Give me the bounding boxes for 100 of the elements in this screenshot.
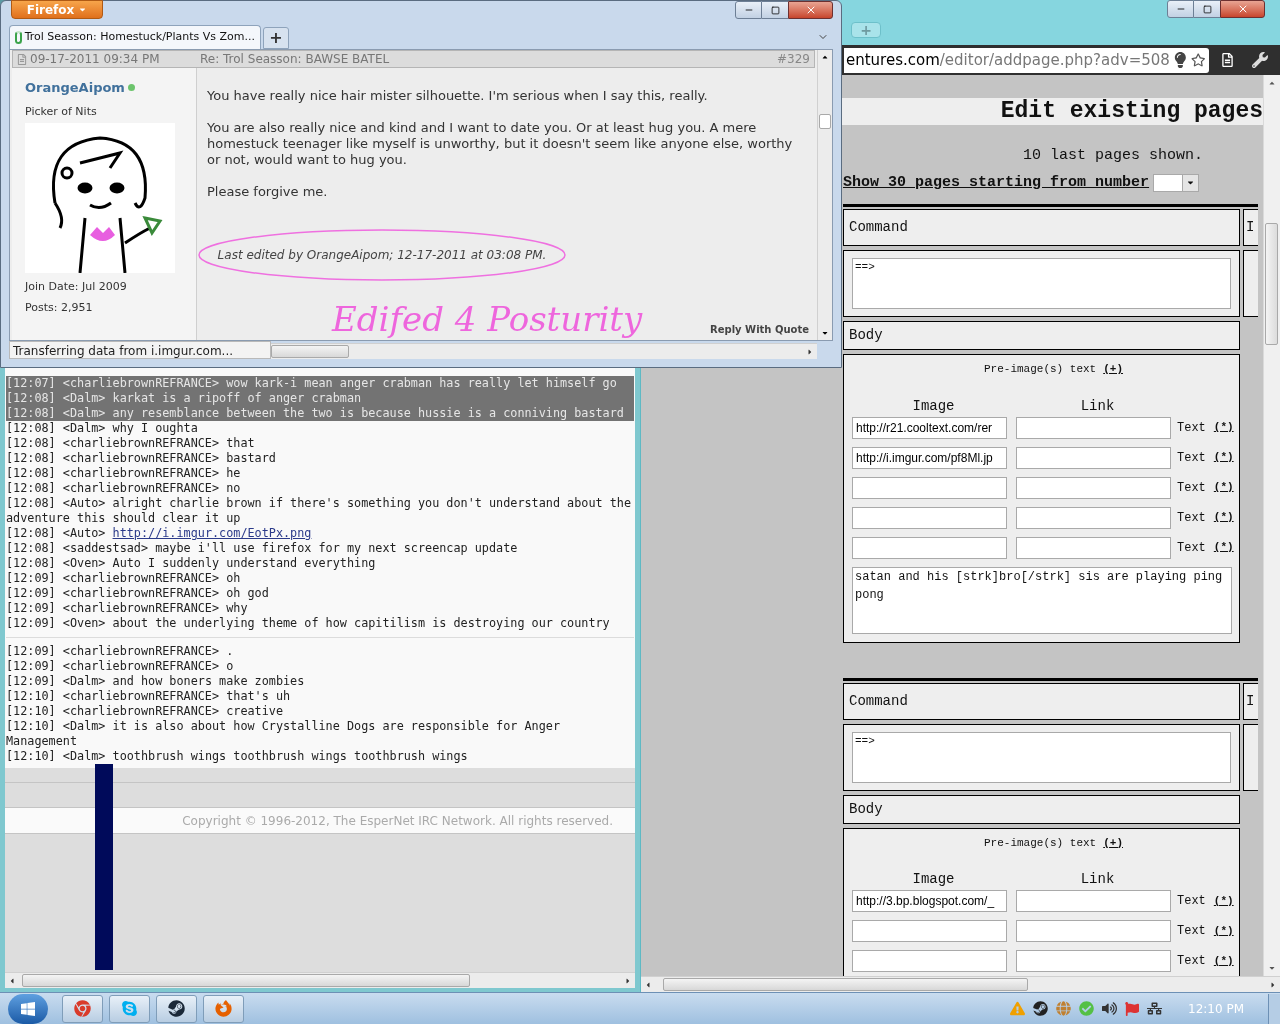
link-url-field[interactable] <box>1016 506 1171 529</box>
side-cell <box>1243 250 1258 317</box>
row-action-link[interactable]: (*) <box>1213 449 1234 466</box>
image-url-field[interactable] <box>852 536 1007 559</box>
show-pages-link[interactable]: Show 30 pages starting from number <box>843 171 1150 194</box>
scroll-left-icon[interactable] <box>8 977 16 985</box>
globe-icon[interactable] <box>1056 1001 1071 1016</box>
start-button[interactable] <box>8 993 48 1024</box>
windows-logo-icon <box>20 1000 36 1017</box>
post-paragraph: You are also really nice and kind and I want to date you. Or at least hug you. A mere homestuck teenager like myself is unworthy, but it doesn't seem like anyone else, worthy or not, would want to hug you. <box>207 120 794 168</box>
chat-line: [12:09] <Dalm> and how boners make zombies <box>6 674 306 689</box>
vertical-scrollbar[interactable] <box>1263 75 1280 976</box>
lightbulb-icon[interactable] <box>1173 52 1187 68</box>
row-action-link[interactable]: (*) <box>1213 479 1234 496</box>
link-url-field[interactable] <box>1016 446 1171 469</box>
warning-icon[interactable] <box>1010 1001 1025 1016</box>
command-field[interactable]: ==> <box>852 731 1231 783</box>
image-url-field[interactable] <box>852 920 1007 942</box>
maximize-icon <box>770 5 780 15</box>
reply-with-quote-button[interactable]: Reply With Quote <box>710 322 809 338</box>
link-column-header: Link <box>1079 397 1116 414</box>
vertical-scrollbar[interactable] <box>817 50 832 340</box>
image-url-field[interactable] <box>852 950 1007 972</box>
copyright-text: Copyright © 1996-2012, The EsperNet IRC Network. All rights reserved. <box>182 812 613 830</box>
row-action-link[interactable]: (*) <box>1213 892 1234 910</box>
scroll-down-icon[interactable] <box>821 329 829 337</box>
chat-line: [12:08] <Auto> alright charlie brown if there's something you don't understand about the adventure this should clear it up <box>6 496 633 526</box>
text-label: Text <box>1177 509 1206 527</box>
input-bar[interactable] <box>5 782 635 808</box>
chat-line: [12:09] <Oven> about the underlying theme of how capitilism is destroying our country <box>6 616 611 631</box>
scrollbar-thumb[interactable] <box>271 345 349 358</box>
chat-line: [12:10] <charliebrownREFRANCE> creative <box>6 704 284 719</box>
username-link[interactable]: OrangeAipom <box>25 78 125 98</box>
image-url-field[interactable] <box>852 506 1007 529</box>
maximize-button[interactable] <box>762 1 788 19</box>
minimize-button[interactable] <box>1167 0 1194 18</box>
image-url-field[interactable]: http://3.bp.blogspot.com/_ <box>852 890 1007 912</box>
close-button[interactable] <box>1220 0 1265 18</box>
row-action-link[interactable]: (*) <box>1213 952 1234 970</box>
caret-icon <box>78 5 88 14</box>
scrollbar-thumb[interactable] <box>1265 223 1278 345</box>
text-label: Text <box>1177 479 1206 497</box>
chat-line: [12:09] <charliebrownREFRANCE> oh <box>6 571 242 586</box>
piston-logo-icon[interactable] <box>1033 1001 1048 1016</box>
link-url-field[interactable] <box>1016 536 1171 559</box>
chat-line: [12:09] <charliebrownREFRANCE> why <box>6 601 249 616</box>
add-link[interactable]: (+) <box>1103 361 1123 378</box>
link-url-field[interactable] <box>1016 416 1171 439</box>
command-field[interactable]: ==> <box>852 258 1231 309</box>
chat-line: [12:08] <Dalm> why I oughta <box>6 421 199 436</box>
horizontal-scrollbar[interactable] <box>5 972 635 988</box>
horizontal-scrollbar[interactable] <box>271 343 817 359</box>
link-url-field[interactable] <box>1016 950 1171 972</box>
page-number-select[interactable] <box>1153 173 1200 192</box>
flag-icon[interactable] <box>1125 1001 1139 1016</box>
body-label: Body <box>849 799 883 819</box>
link-url-field[interactable] <box>1016 476 1171 499</box>
text-label: Text <box>1177 539 1206 557</box>
check-icon[interactable] <box>1079 1001 1094 1016</box>
scroll-right-icon[interactable] <box>806 348 814 356</box>
address-bar[interactable]: entures.com/editor/addpage.php?adv=508 <box>844 47 1209 73</box>
scroll-down-icon[interactable] <box>1268 964 1276 972</box>
link-url-field[interactable] <box>1016 890 1171 912</box>
scroll-right-icon[interactable] <box>1269 981 1277 989</box>
row-action-link[interactable]: (*) <box>1213 539 1234 556</box>
settings-icon[interactable] <box>1252 52 1268 68</box>
scroll-up-icon[interactable] <box>821 53 829 61</box>
image-url-field[interactable] <box>852 476 1007 499</box>
url-text[interactable]: entures.com/editor/addpage.php?adv=508 <box>846 48 1170 72</box>
image-url-field[interactable]: http://r21.cooltext.com/rer <box>852 416 1007 439</box>
taskbar-app-button[interactable] <box>156 994 197 1023</box>
scroll-left-icon[interactable] <box>644 981 652 989</box>
row-action-link[interactable]: (*) <box>1213 509 1234 526</box>
page-icon[interactable] <box>1221 53 1234 67</box>
chat-link[interactable]: http://i.imgur.com/EotPx.png <box>112 526 312 540</box>
row-action-link[interactable]: (*) <box>1213 922 1234 940</box>
scrollbar-thumb[interactable] <box>663 978 1028 991</box>
chat-line: [12:09] <charliebrownREFRANCE> o <box>6 659 235 674</box>
row-action-link[interactable]: (*) <box>1213 419 1234 436</box>
network-icon[interactable] <box>1147 1001 1162 1016</box>
side-cell <box>1243 723 1258 791</box>
scrollbar-thumb[interactable] <box>22 974 470 987</box>
browser-tab[interactable]: Trol Seasson: Homestuck/Plants Vs Zom... <box>9 25 261 49</box>
add-link[interactable]: (+) <box>1103 834 1123 851</box>
image-url-field[interactable]: http://i.imgur.com/pf8Ml.jp <box>852 446 1007 469</box>
post-subject: Re: Trol Seasson: BAWSE BATEL <box>200 51 391 68</box>
bookmark-star-icon[interactable] <box>1190 52 1205 68</box>
link-url-field[interactable] <box>1016 920 1171 942</box>
maximize-button[interactable] <box>1194 0 1220 18</box>
minimize-button[interactable] <box>735 1 762 19</box>
text-label: Text <box>1177 923 1206 940</box>
status-text: Transferring data from i.imgur.com... <box>9 341 271 359</box>
horizontal-scrollbar[interactable] <box>641 976 1280 992</box>
body-text-field[interactable]: satan and his [strk]bro[/strk] sis are playing ping pong <box>852 566 1232 634</box>
scroll-right-icon[interactable] <box>624 977 632 985</box>
speaker-icon[interactable] <box>1102 1001 1117 1016</box>
new-tab-button[interactable]: + <box>263 27 289 49</box>
close-button[interactable] <box>788 1 833 19</box>
scrollbar-thumb[interactable] <box>819 114 831 129</box>
post-icon <box>17 53 27 65</box>
